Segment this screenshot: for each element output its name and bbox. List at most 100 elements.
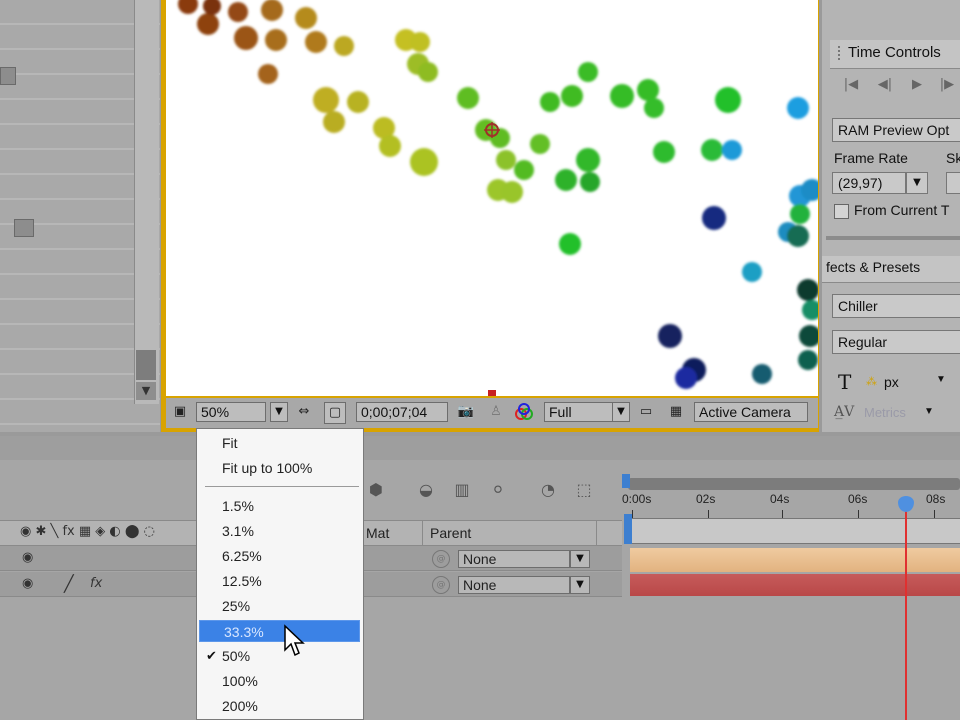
graph-editor-icon[interactable]: ⬚ — [572, 478, 596, 502]
scrub-icon[interactable]: ⁂ — [866, 376, 880, 388]
previous-frame-icon[interactable]: ◀| — [872, 74, 898, 96]
menu-item-33-3[interactable]: 33.3% — [199, 620, 360, 642]
font-size-icon: T — [838, 370, 852, 394]
title-safe-icon[interactable]: ▢ — [324, 402, 346, 424]
panel-divider[interactable] — [826, 236, 960, 240]
particle-dot — [561, 85, 583, 107]
tick-label: 02s — [696, 492, 716, 506]
comp-mini-flowchart-icon[interactable]: ⬢ — [364, 478, 388, 502]
particle-dot — [540, 92, 560, 112]
composition-canvas[interactable] — [166, 0, 818, 396]
menu-item-200[interactable]: 200% — [198, 695, 360, 717]
particle-dot — [675, 367, 697, 389]
quality-icon[interactable]: ╱ — [64, 574, 74, 593]
shy-icon[interactable]: ◉ — [22, 550, 33, 565]
menu-item-50[interactable]: 50% — [198, 645, 360, 667]
camera-icon[interactable]: 📷 — [456, 402, 476, 422]
particle-dot — [496, 150, 516, 170]
view-select[interactable]: Active Camera — [694, 402, 808, 422]
font-family-select[interactable]: Chiller — [832, 294, 960, 318]
zoom-select[interactable]: 50% — [196, 402, 266, 422]
menu-item-6-25[interactable]: 6.25% — [198, 545, 360, 567]
effects-presets-title: fects & Presets — [826, 259, 921, 275]
particle-dot — [501, 181, 523, 203]
transparency-grid-icon[interactable]: ▦ — [666, 402, 686, 422]
particle-dot — [265, 29, 287, 51]
time-navigator[interactable] — [628, 478, 960, 490]
particle-dot — [514, 160, 534, 180]
particle-dot — [258, 64, 278, 84]
layer-duration-bar[interactable] — [630, 548, 960, 572]
menu-item-fit-up-to-100[interactable]: Fit up to 100% — [198, 457, 360, 479]
parent-select[interactable]: None — [458, 576, 570, 594]
draft-3d-icon[interactable]: ◒ — [414, 478, 438, 502]
particle-dot — [701, 139, 723, 161]
navigator-start-handle[interactable] — [622, 474, 630, 488]
particle-dot — [347, 91, 369, 113]
scrollbar-thumb[interactable] — [136, 350, 156, 380]
motion-blur-icon[interactable]: ◔ — [536, 478, 560, 502]
aspect-ratio-icon[interactable]: ⇔ — [294, 402, 314, 422]
chevron-down-icon[interactable]: ▼ — [570, 550, 590, 568]
timecode-display[interactable]: 0;00;07;04 — [356, 402, 448, 422]
particle-dot — [799, 325, 818, 347]
menu-item-3-1[interactable]: 3.1% — [198, 520, 360, 542]
particle-dot — [742, 262, 762, 282]
font-style-select[interactable]: Regular — [832, 330, 960, 354]
kerning-value[interactable]: Metrics — [864, 405, 906, 420]
ram-preview-options[interactable]: RAM Preview Opt — [832, 118, 960, 142]
chevron-down-icon[interactable]: ▼ — [570, 576, 590, 594]
chevron-down-icon[interactable]: ▼ — [270, 402, 288, 422]
skip-field[interactable] — [946, 172, 960, 194]
menu-item-12-5[interactable]: 12.5% — [198, 570, 360, 592]
particle-dot — [410, 148, 438, 176]
channels-icon[interactable] — [514, 402, 534, 422]
layer-duration-bar[interactable] — [630, 574, 960, 596]
particle-dot — [203, 0, 221, 15]
first-frame-icon[interactable]: |◀ — [838, 74, 864, 96]
particle-dot — [653, 141, 675, 163]
ruler-tick — [934, 510, 935, 518]
region-of-interest-icon[interactable]: ▭ — [636, 402, 656, 422]
pick-whip-icon[interactable]: @ — [432, 576, 450, 594]
particle-dot — [722, 140, 742, 160]
particle-dot — [578, 62, 598, 82]
current-time-indicator[interactable] — [905, 500, 907, 720]
menu-item-1-5[interactable]: 1.5% — [198, 495, 360, 517]
frame-rate-select[interactable]: (29,97) — [832, 172, 906, 194]
shy-icon[interactable]: ◉ — [22, 576, 33, 591]
column-separator — [422, 520, 423, 546]
work-area-start-handle[interactable] — [624, 514, 632, 544]
project-scrollbar[interactable] — [134, 0, 159, 404]
chevron-down-icon[interactable]: ▼ — [936, 374, 946, 385]
parent-select[interactable]: None — [458, 550, 570, 568]
chevron-down-icon[interactable]: ▼ — [906, 172, 928, 194]
menu-item-25[interactable]: 25% — [198, 595, 360, 617]
chevron-down-icon[interactable]: ▼ — [612, 402, 630, 422]
menu-item-100[interactable]: 100% — [198, 670, 360, 692]
snapshot-icon[interactable]: ♙ — [486, 402, 506, 422]
work-area-bar[interactable] — [630, 518, 960, 544]
chevron-down-icon[interactable] — [0, 67, 16, 85]
resolution-select[interactable]: Full — [544, 402, 620, 422]
grip-icon[interactable] — [838, 46, 846, 60]
particle-dot — [787, 97, 809, 119]
chevron-down-icon[interactable]: ▼ — [924, 406, 934, 417]
next-frame-icon[interactable]: |▶ — [934, 74, 960, 96]
parent-header: Parent — [430, 525, 472, 541]
chevron-down-icon[interactable] — [14, 219, 34, 237]
ruler-tick — [858, 510, 859, 518]
frame-blending-icon[interactable]: ⚪ — [486, 478, 510, 502]
always-preview-icon[interactable]: ▣ — [170, 402, 190, 422]
menu-item-fit[interactable]: Fit — [198, 432, 360, 454]
play-icon[interactable]: ▶ — [904, 74, 930, 96]
from-current-checkbox[interactable] — [834, 204, 849, 219]
hide-shy-layers-icon[interactable]: ▥ — [450, 478, 474, 502]
particle-dot — [715, 87, 741, 113]
tick-label: 04s — [770, 492, 790, 506]
effects-switch[interactable]: fx — [90, 576, 102, 591]
particle-dot — [457, 87, 479, 109]
pick-whip-icon[interactable]: @ — [432, 550, 450, 568]
font-size-unit[interactable]: px — [884, 374, 899, 390]
scroll-down-icon[interactable]: ▼ — [136, 382, 156, 400]
